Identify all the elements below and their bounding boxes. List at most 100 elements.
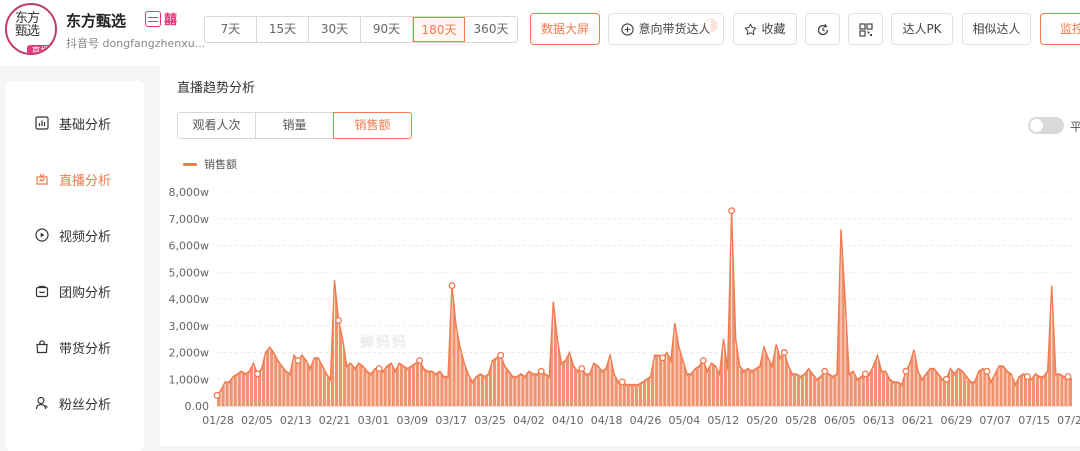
y-tick-label: 3,000w <box>169 320 210 333</box>
sidebar-item-label: 基础分析 <box>59 117 112 133</box>
watermark-text: 蝉妈妈 <box>360 335 408 351</box>
avatar-logo-text: 东方甄选 <box>15 11 40 39</box>
similar-talent-button[interactable]: 相似达人 <box>962 13 1031 45</box>
data-point <box>537 367 545 375</box>
monitor-button[interactable]: 监控 <box>1040 13 1080 45</box>
data-point <box>254 370 261 378</box>
talent-pk-label: 达人PK <box>902 22 942 36</box>
x-tick-label: 06/13 <box>863 414 895 427</box>
x-tick-label: 03/01 <box>358 414 390 427</box>
x-tick-label: 02/05 <box>241 414 273 427</box>
shopping-bag-icon <box>36 340 48 354</box>
list-icon <box>145 10 161 27</box>
verified-tag: 囍 <box>145 10 178 28</box>
x-tick-label: 05/04 <box>669 414 701 427</box>
sidebar-item-live[interactable]: 直播分析 <box>35 169 111 189</box>
sidebar-item-basic[interactable]: 基础分析 <box>35 113 111 133</box>
monitor-label: 监控 <box>1060 22 1080 36</box>
x-tick-label: 07/07 <box>979 414 1011 427</box>
refresh-button[interactable] <box>805 13 840 45</box>
data-point <box>497 351 505 359</box>
time-range-selector: 7天 15天 30天 90天 180天 360天 <box>204 16 518 43</box>
sidebar-item-video[interactable]: 视频分析 <box>35 225 111 245</box>
x-tick-label: 04/18 <box>591 414 623 427</box>
data-point <box>659 354 667 362</box>
watermark-logo: ◑ <box>703 14 719 35</box>
series-area <box>217 210 1072 406</box>
data-point <box>861 370 869 378</box>
sidebar-item-label: 粉丝分析 <box>59 397 112 413</box>
range-15d[interactable]: 15天 <box>257 17 309 42</box>
y-tick-label: 2,000w <box>169 347 210 360</box>
x-tick-label: 04/26 <box>630 414 662 427</box>
qrcode-icon <box>858 22 873 37</box>
play-icon <box>35 228 49 242</box>
talent-pk-button[interactable]: 达人PK <box>891 13 953 45</box>
sidebar-item-label: 直播分析 <box>59 173 112 189</box>
range-360d[interactable]: 360天 <box>465 17 517 42</box>
data-point <box>699 357 707 364</box>
x-tick-label: 06/21 <box>902 414 934 427</box>
similar-talent-label: 相似达人 <box>972 22 1021 36</box>
range-180d[interactable]: 180天 <box>413 17 465 42</box>
live-badge: 直播中 <box>27 45 55 53</box>
tag-char: 囍 <box>164 13 178 28</box>
x-tick-label: 03/25 <box>474 414 506 427</box>
y-tick-label: 8,000w <box>169 186 210 199</box>
streamer-name: 东方甄选 <box>66 12 127 30</box>
x-tick-label: 03/17 <box>435 414 467 427</box>
bag-icon <box>35 285 49 298</box>
qrcode-button[interactable] <box>848 13 883 45</box>
x-tick-label: 02/13 <box>280 414 312 427</box>
sidebar: 基础分析 直播分析 视频分析 团购分析 带货分析 粉丝分析 <box>5 81 144 451</box>
data-point <box>375 365 383 372</box>
x-tick-label: 05/20 <box>746 414 778 427</box>
y-tick-label: 6,000w <box>169 240 210 253</box>
add-circle-icon <box>621 23 635 36</box>
live-icon <box>36 173 48 185</box>
data-point <box>335 316 343 324</box>
x-tick-label: 01/28 <box>202 414 234 427</box>
tab-sales[interactable]: 销售额 <box>333 112 412 139</box>
data-point <box>728 207 736 215</box>
favorite-button[interactable]: 收藏 <box>733 13 797 45</box>
avatar[interactable]: 东方甄选 直播中 <box>5 3 57 55</box>
user-icon <box>35 396 48 410</box>
range-30d[interactable]: 30天 <box>309 17 361 42</box>
data-point <box>902 367 910 375</box>
data-point <box>448 282 456 290</box>
x-tick-label: 02/21 <box>319 414 351 427</box>
data-point <box>578 365 586 372</box>
star-icon <box>745 23 757 35</box>
data-point <box>821 367 829 375</box>
x-tick-label: 04/02 <box>513 414 545 427</box>
range-7d[interactable]: 7天 <box>205 17 257 42</box>
sidebar-item-goods[interactable]: 带货分析 <box>35 337 111 357</box>
sidebar-item-label: 视频分析 <box>59 229 112 245</box>
account-id: 抖音号 dongfangzhenxu... <box>66 37 206 50</box>
intent-talent-label: 意向带货达人 <box>638 22 711 36</box>
x-tick-label: 05/28 <box>785 414 817 427</box>
y-tick-label: 5,000w <box>169 266 210 279</box>
data-point <box>213 391 221 399</box>
x-tick-label: 04/10 <box>552 414 584 427</box>
y-tick-label: 0.00 <box>185 400 210 413</box>
y-tick-label: 1,000w <box>169 373 210 386</box>
data-point <box>1023 373 1031 381</box>
x-tick-label: 07/23 <box>1057 414 1080 427</box>
data-point <box>780 349 788 356</box>
range-90d[interactable]: 90天 <box>361 17 413 42</box>
data-point <box>1064 373 1072 381</box>
trend-panel: 直播趋势分析 观看人次 销量 销售额 平 销售额 0.00 1,000w 2,000… <box>160 66 1080 446</box>
x-tick-label: 05/12 <box>707 414 739 427</box>
y-tick-label: 7,000w <box>169 213 210 226</box>
data-point <box>294 357 302 364</box>
x-tick-label: 06/29 <box>941 414 973 427</box>
sidebar-item-label: 团购分析 <box>59 285 112 301</box>
sidebar-item-groupbuy[interactable]: 团购分析 <box>35 281 111 301</box>
data-point <box>416 357 424 364</box>
sidebar-item-fans[interactable]: 粉丝分析 <box>35 393 111 413</box>
dashboard-button[interactable]: 数据大屏 <box>530 13 600 45</box>
x-tick-label: 03/09 <box>396 414 428 427</box>
sidebar-item-label: 带货分析 <box>59 341 112 357</box>
